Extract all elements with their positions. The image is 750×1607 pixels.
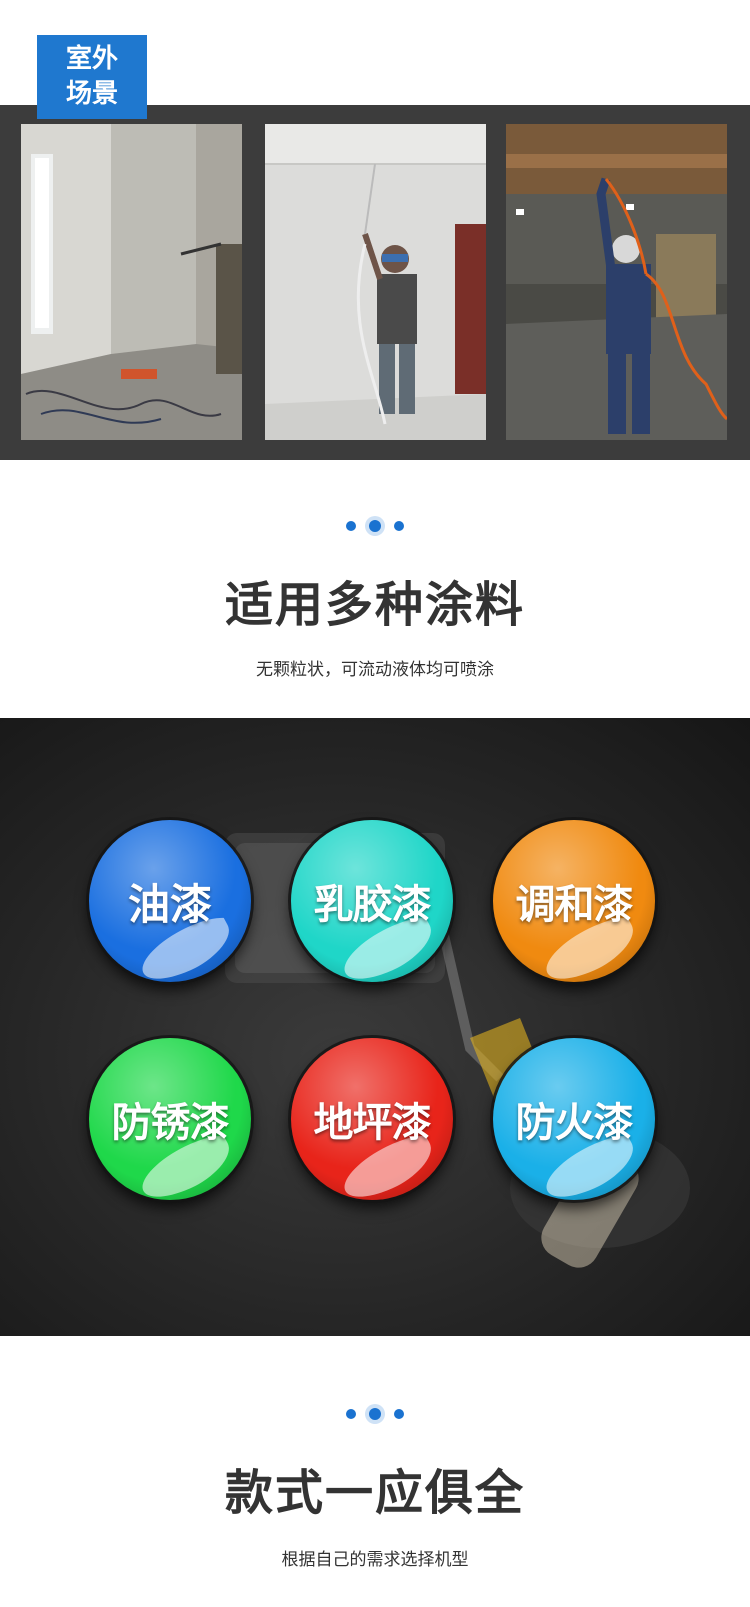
scene-tag-line1: 室外 xyxy=(65,44,118,74)
dot xyxy=(346,1409,356,1419)
paint-badge-fireproof: 防火漆 xyxy=(493,1038,655,1200)
scene-tag-line2: 场景 xyxy=(65,79,118,109)
section-dots xyxy=(0,1408,750,1420)
models-subtitle: 根据自己的需求选择机型 xyxy=(281,1550,469,1570)
paint-badge-oil: 油漆 xyxy=(89,820,251,982)
scene-photo-worker xyxy=(265,124,486,440)
dot xyxy=(394,521,404,531)
paint-label: 乳胶漆 xyxy=(313,882,432,928)
dot xyxy=(346,521,356,531)
paint-label: 防火漆 xyxy=(515,1100,634,1146)
paint-badge-blend: 调和漆 xyxy=(493,820,655,982)
paint-label: 油漆 xyxy=(127,879,212,929)
dot xyxy=(394,1409,404,1419)
paint-badge-antirust: 防锈漆 xyxy=(89,1038,251,1200)
models-title: 款式一应俱全 xyxy=(224,1465,525,1521)
paints-title: 适用多种涂料 xyxy=(224,577,525,633)
section-dots xyxy=(0,520,750,532)
paint-roller-background xyxy=(225,833,690,1268)
scene-photo-room xyxy=(21,124,242,440)
paint-label: 防锈漆 xyxy=(111,1100,230,1146)
scene-tag: 室外 场景 xyxy=(37,35,147,119)
dot-active xyxy=(369,520,381,532)
paint-label: 地坪漆 xyxy=(313,1100,432,1146)
paint-label: 调和漆 xyxy=(515,882,634,928)
dot-active xyxy=(369,1408,381,1420)
scene-photo-warehouse xyxy=(506,124,727,440)
paint-badge-floor: 地坪漆 xyxy=(291,1038,453,1200)
paints-subtitle: 无颗粒状，可流动液体均可喷涂 xyxy=(256,660,494,680)
paint-badge-latex: 乳胶漆 xyxy=(291,820,453,982)
paint-types-band: 油漆 乳胶漆 调和漆 防锈漆 地坪漆 防火漆 xyxy=(0,718,750,1336)
